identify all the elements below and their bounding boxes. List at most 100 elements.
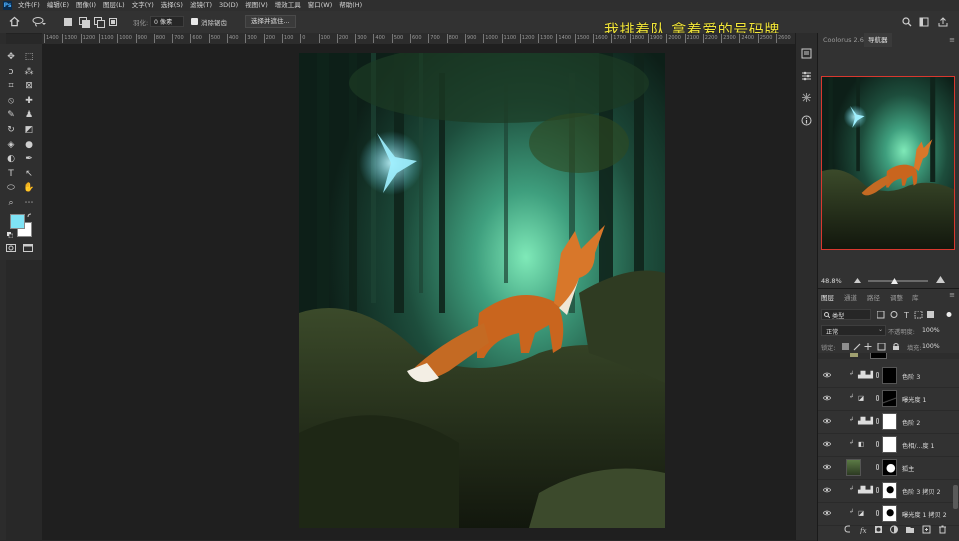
history-brush-icon[interactable]: ↻ xyxy=(4,123,18,137)
menu-item-2[interactable]: 图像(I) xyxy=(76,0,96,11)
blend-mode-select[interactable]: 正常 ⌄ xyxy=(821,325,886,336)
link-icon[interactable] xyxy=(876,487,879,493)
layers-scrollbar[interactable] xyxy=(953,485,958,509)
eye-icon[interactable] xyxy=(823,464,831,470)
quick-mask-icon[interactable] xyxy=(6,244,16,252)
layers-menu-icon[interactable]: ≡ xyxy=(949,291,955,299)
search-icon[interactable] xyxy=(902,17,912,27)
navigator-zoom-slider[interactable] xyxy=(868,280,928,282)
link-icon[interactable] xyxy=(876,441,879,447)
feather-input[interactable]: 0 像素 xyxy=(150,16,184,27)
navigator-preview[interactable] xyxy=(821,76,955,250)
layer-name[interactable]: 色阶 3 拷贝 2 xyxy=(902,487,941,496)
stamp-icon[interactable]: ♟ xyxy=(22,108,36,122)
screen-mode-icon[interactable] xyxy=(23,244,33,252)
pen-icon[interactable]: ✒ xyxy=(22,152,36,166)
layers-tab-4[interactable]: 库 xyxy=(912,292,919,302)
dodge-icon[interactable]: ◐ xyxy=(4,152,18,166)
eye-icon[interactable] xyxy=(823,418,831,424)
layers-tab-2[interactable]: 路径 xyxy=(867,292,880,302)
link-icon[interactable] xyxy=(876,510,879,516)
layers-tab-3[interactable]: 调整 xyxy=(890,292,903,302)
tab-navigator[interactable]: 导航器 xyxy=(864,33,892,47)
layer-row[interactable]: ↲ ◧ 色相/...度 1 xyxy=(818,433,959,457)
layer-name[interactable]: 曝光度 1 xyxy=(902,395,926,404)
lock-icons[interactable] xyxy=(842,343,908,351)
marquee-icon[interactable]: ⬚ xyxy=(22,50,36,64)
layer-mask-thumbnail[interactable] xyxy=(882,436,897,453)
crop-icon[interactable]: ⌗ xyxy=(4,79,18,93)
layer-mask-thumbnail[interactable] xyxy=(882,505,897,522)
select-and-mask-button[interactable]: 选择并遮住... xyxy=(245,15,296,28)
menu-item-8[interactable]: 视图(V) xyxy=(245,0,268,11)
menu-item-6[interactable]: 滤镜(T) xyxy=(190,0,212,11)
eye-icon[interactable] xyxy=(823,510,831,516)
layer-name[interactable]: 色阶 2 xyxy=(902,418,920,427)
opacity-value[interactable]: 100% xyxy=(922,327,940,334)
adjustments-panel-icon[interactable] xyxy=(801,70,812,81)
layer-filter-select[interactable]: 类型 xyxy=(821,309,871,320)
type-icon[interactable]: T xyxy=(4,167,18,181)
layer-name[interactable]: 狐主 xyxy=(902,464,914,473)
eraser-icon[interactable]: ◩ xyxy=(22,123,36,137)
menu-item-7[interactable]: 3D(D) xyxy=(219,0,238,11)
layer-row[interactable]: ↲ ▟▙▟ 色阶 2 xyxy=(818,410,959,434)
blur-icon[interactable]: ● xyxy=(22,138,36,152)
zoom-in-icon[interactable] xyxy=(936,276,945,283)
history-panel-icon[interactable] xyxy=(801,48,812,59)
layer-mask-thumbnail[interactable] xyxy=(882,367,897,384)
zoom-out-icon[interactable] xyxy=(854,277,861,283)
eye-icon[interactable] xyxy=(823,441,831,447)
more-icon[interactable]: ⋯ xyxy=(22,196,36,210)
tab-coolorus[interactable]: Coolorus 2.6 xyxy=(819,33,868,47)
menu-item-0[interactable]: 文件(F) xyxy=(18,0,40,11)
navigator-zoom-value[interactable]: 48.8% xyxy=(821,277,842,285)
eye-icon[interactable] xyxy=(823,372,831,378)
new-selection-icon[interactable] xyxy=(64,18,72,26)
layer-mask-thumbnail[interactable] xyxy=(882,413,897,430)
eyedropper-icon[interactable]: ⦸ xyxy=(4,94,18,108)
layer-row[interactable]: ↲ ◪ 曝光度 1 xyxy=(818,387,959,411)
hand-icon[interactable]: ✋ xyxy=(22,181,36,195)
layer-mask-thumbnail[interactable] xyxy=(882,482,897,499)
bucket-icon[interactable]: ◈ xyxy=(4,138,18,152)
workspace-icon[interactable] xyxy=(919,17,929,27)
layer-name[interactable]: 色相/...度 1 xyxy=(902,441,934,450)
frame-icon[interactable]: ⊠ xyxy=(22,79,36,93)
info-panel-icon[interactable] xyxy=(801,115,812,126)
layer-row[interactable]: ↲ ◪ 曝光度 1 拷贝 2 xyxy=(818,502,959,526)
path-select-icon[interactable]: ↖ xyxy=(22,167,36,181)
brush-settings-icon[interactable] xyxy=(801,92,812,103)
document-artwork[interactable] xyxy=(299,53,665,528)
link-icon[interactable] xyxy=(876,464,879,470)
layer-row[interactable]: 狐主 xyxy=(818,456,959,480)
layers-tab-1[interactable]: 通道 xyxy=(844,292,857,302)
link-icon[interactable] xyxy=(876,418,879,424)
layer-mask-thumbnail[interactable] xyxy=(882,390,897,407)
layer-mask-thumbnail[interactable] xyxy=(882,459,897,476)
link-icon[interactable] xyxy=(876,395,879,401)
layers-tab-0[interactable]: 图层 xyxy=(821,292,834,302)
menu-item-9[interactable]: 增效工具 xyxy=(275,0,301,11)
zoom-icon[interactable]: ⌕ xyxy=(4,196,18,210)
menu-item-11[interactable]: 帮助(H) xyxy=(339,0,362,11)
eye-icon[interactable] xyxy=(823,395,831,401)
menu-item-10[interactable]: 窗口(W) xyxy=(308,0,333,11)
link-icon[interactable] xyxy=(876,372,879,378)
magic-wand-icon[interactable]: ⁂ xyxy=(22,65,36,79)
layer-row[interactable]: ↲ ▟▙▟ 色阶 3 xyxy=(818,364,959,388)
layer-row-partial[interactable] xyxy=(818,353,959,359)
menu-item-3[interactable]: 图层(L) xyxy=(103,0,125,11)
eye-icon[interactable] xyxy=(823,487,831,493)
share-icon[interactable] xyxy=(938,17,948,27)
foreground-color-swatch[interactable] xyxy=(10,214,25,229)
brush-icon[interactable]: ✎ xyxy=(4,108,18,122)
layer-row[interactable]: ↲ ▟▙▟ 色阶 3 拷贝 2 xyxy=(818,479,959,503)
home-icon[interactable] xyxy=(9,16,20,27)
healing-icon[interactable]: ✚ xyxy=(22,94,36,108)
layer-name[interactable]: 曝光度 1 拷贝 2 xyxy=(902,510,947,519)
layers-footer-icons[interactable]: fx xyxy=(844,525,954,534)
menu-item-1[interactable]: 编辑(E) xyxy=(47,0,69,11)
navigator-zoom-handle[interactable] xyxy=(891,277,898,284)
move-icon[interactable]: ✥ xyxy=(4,50,18,64)
